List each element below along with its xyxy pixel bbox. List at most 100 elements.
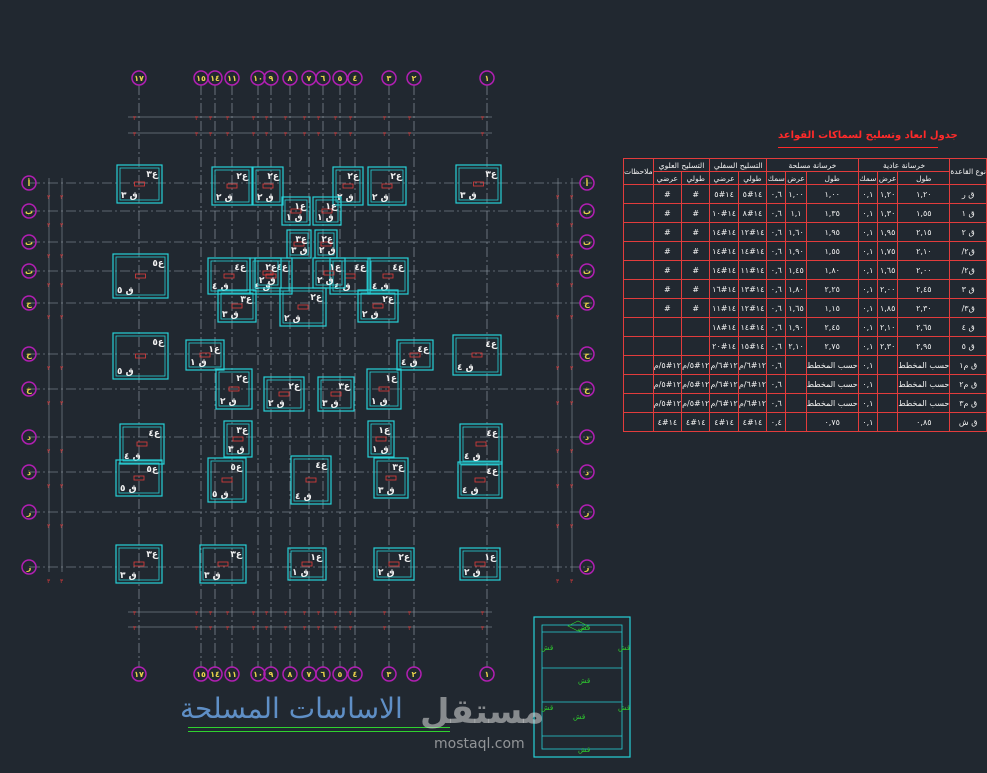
schedule-subheader: عرض [785,171,807,185]
dimension-tick: ٣ [195,610,199,617]
schedule-cell: ١,١ [785,203,807,223]
dimension-tick: ٣ [570,448,574,455]
schedule-cell: ٠,٨٥ [897,412,951,432]
schedule-cell: ٢,٢٥ [805,279,859,299]
column-mark [382,273,394,279]
ground-beam-label: قش [578,746,590,754]
footing-type-label: ع٤ [354,263,367,273]
schedule-cell: ١,٣٠ [877,203,899,223]
footing-type-label: ق ٢ [268,399,285,409]
footing-type-cell: ق ١ [949,203,987,223]
grid-bubble-label: ٢ [412,74,417,83]
schedule-cell: ٠,٦ [766,241,787,261]
footing-type-cell: ق ٤ [949,317,987,337]
schedule-cell: ١٤#١٣ [737,279,768,299]
schedule-cell: ١٤#٨ [737,203,768,223]
schedule-cell: ١,٥٥ [805,241,859,261]
footing-type-label: ق ٢ [317,276,334,286]
schedule-cell [877,374,899,394]
footing-type-label: ع١ [329,263,342,273]
dimension-tick: ٣ [408,610,412,617]
grid-bubble-label: ١١ [227,74,237,83]
schedule-cell: ٠,١ [857,203,879,223]
footing-type-label: ع١ [310,553,323,563]
grid-bubble-label: ٦ [321,74,326,83]
schedule-cell: حسب المخطط [805,355,859,375]
footing-type-label: ق ٢ [257,193,274,203]
footing-type-cell: ق م١ [949,355,987,375]
grid-bubble-label: ث [583,267,591,276]
schedule-cell: ٠,١ [857,184,879,204]
dimension-tick: ٣ [195,131,199,138]
dimension-tick: ٣ [60,222,64,229]
column-mark [344,273,356,279]
column-mark [342,183,354,189]
schedule-subheader: عرض [877,171,899,185]
dimension-tick: ٣ [408,131,412,138]
grid-bubble-label: ج [26,299,32,308]
schedule-cell: ٠,١ [857,317,879,337]
schedule-cell: ١,٩٠ [785,317,807,337]
footing-type-cell: ق٢/ [949,260,987,280]
schedule-cell: # [652,222,683,242]
schedule-cell: # [652,184,683,204]
dimension-tick: ٣ [133,610,137,617]
footing-type-label: ق ٥ [117,286,134,296]
schedule-cell: ١٢#٥/م [652,393,683,413]
schedule-cell: ٠,٦ [766,279,787,299]
schedule-cell: ١٤#١٠ [709,203,739,223]
schedule-cell: # [652,279,683,299]
grid-bubble-label: ٤ [353,74,358,83]
grid-bubble-label: ١ [485,670,490,679]
dimension-tick: ٣ [383,625,387,632]
grid-bubble-label: ١١ [227,670,237,679]
schedule-cell: ٠,١ [857,412,879,432]
footing-type-cell: ق ش [949,412,987,432]
dimension-tick: ٣ [60,194,64,201]
schedule-cell: ١٢#٦/م [709,355,739,375]
schedule-cell: ١٤#١٤ [709,260,739,280]
dimension-tick: ٣ [47,578,51,585]
footing-type-label: ق ١ [292,568,309,578]
dimension-tick: ٣ [570,483,574,490]
schedule-cell: ١٢#٥/م [681,355,711,375]
schedule-cell: ١٤#٥ [737,184,768,204]
schedule-row: ق م٢ حسب المخطط ٠,١ حسب المخطط ٠,٦ ١٢#٦/م ١٢#٦… [623,374,987,394]
column-mark [221,477,233,483]
schedule-cell: ١٢#٥/م [652,355,683,375]
grid-bubble-label: ذ [585,468,589,477]
dimension-tick: ٣ [334,625,338,632]
grid-bubble-label: ذ [27,468,31,477]
schedule-cell [623,279,654,299]
schedule-cell: ١٤#٤ [681,412,711,432]
dimension-tick: ٣ [133,115,137,122]
footing-type-label: ع٣ [146,170,159,180]
watermark-url: mostaql.com [434,736,525,752]
footing-type-label: ع٢ [398,553,411,563]
schedule-cell: # [681,203,711,223]
column-mark [473,181,484,187]
schedule-cell: # [681,241,711,261]
schedule-row: ق ١ ١,٥٥ ١,٣٠ ٠,١ ١,٣٥ ١,١ ٠,٦ ١٤#٨ ١٤#١٠ # # [623,203,987,223]
grid-bubble-label: ٣ [387,670,392,679]
dimension-tick: ٣ [60,578,64,585]
schedule-cell: ١,٨٠ [805,260,859,280]
schedule-row: ق٢/٢,١٠ ١,٧٥ ٠,١ ١,٥٥ ١,٩٠ ٠,٦ ١٤#١٤ ١٤#١٤ # # [623,241,987,261]
grid-bubble-label: ٣ [387,74,392,83]
footing-type-label: ق ٤ [464,452,481,462]
schedule-cell [785,412,807,432]
dimension-tick: ٣ [226,610,230,617]
footing-type-label: ق ٢ [319,246,336,256]
dimension-tick: ٣ [47,483,51,490]
schedule-cell: ٠,١ [857,355,879,375]
schedule-title-underline [778,147,938,148]
schedule-cell: # [652,203,683,223]
footing-type-label: ع٣ [338,382,351,392]
grid-bubble-label: د [27,433,31,442]
schedule-cell: ٢,٣٠ [877,336,899,356]
column-mark [474,477,486,483]
grid-bubble-label: ح [584,350,590,359]
schedule-subheader: طولي [681,171,711,185]
schedule-cell: ١٤#٤ [709,412,739,432]
schedule-cell: ١٤#٢٠ [709,336,739,356]
